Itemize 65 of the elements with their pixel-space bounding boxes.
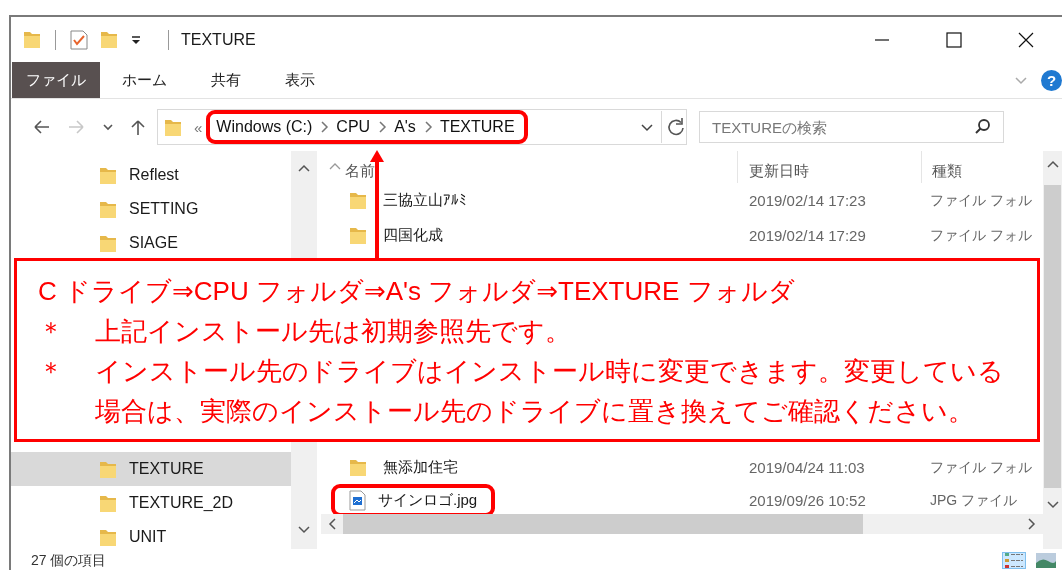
sidebar-item[interactable]: UNIT: [11, 520, 291, 549]
file-name[interactable]: 四国化成: [383, 226, 443, 245]
up-arrow-icon[interactable]: [129, 118, 147, 136]
refresh-icon[interactable]: [666, 117, 686, 137]
file-type: JPG ファイル: [930, 491, 1018, 510]
breadcrumb[interactable]: CPU: [336, 118, 371, 136]
details-view-button[interactable]: [1002, 552, 1026, 569]
column-header[interactable]: 更新日時: [749, 162, 809, 181]
maximize-icon[interactable]: [945, 30, 963, 49]
breadcrumb[interactable]: Windows (C:): [216, 118, 313, 136]
address-bar[interactable]: « Windows (C:) CPU A's TEXTURE: [157, 109, 687, 145]
folder-icon: [99, 165, 117, 185]
column-header[interactable]: 名前: [329, 162, 375, 181]
file-name[interactable]: 無添加住宅: [383, 458, 458, 477]
checkmark-document-icon[interactable]: [70, 29, 88, 50]
modified-date: 2019/09/26 10:52: [749, 492, 866, 509]
left-arrow-icon[interactable]: [32, 118, 52, 136]
sidebar-item[interactable]: SETTING: [11, 192, 291, 226]
breadcrumb[interactable]: TEXTURE: [439, 118, 515, 136]
folder-icon: [99, 493, 117, 513]
file-type: ファイル フォル: [930, 226, 1032, 245]
folder-icon: [349, 191, 367, 210]
folder-icon: [349, 458, 367, 477]
search-field[interactable]: TEXTUREの検索: [699, 111, 1004, 143]
sidebar-item[interactable]: TEXTURE: [11, 452, 291, 486]
asterisk-mark: ＊: [38, 315, 65, 348]
ribbon-tab[interactable]: ホーム: [100, 62, 189, 98]
file-type: ファイル フォル: [930, 458, 1032, 477]
item-count: 27 個の項目: [31, 551, 107, 570]
scrollbar-thumb[interactable]: [1044, 185, 1061, 488]
modified-date: 2019/02/14 17:29: [749, 227, 866, 244]
help-icon[interactable]: ?: [1041, 69, 1062, 91]
folder-icon: [99, 459, 117, 479]
dropdown-caret-icon[interactable]: [130, 33, 142, 46]
sort-ascending-icon: [329, 162, 341, 170]
file-name[interactable]: 三協立山ｱﾙﾐ: [383, 191, 467, 210]
close-icon[interactable]: [1017, 30, 1035, 49]
overflow-chevron[interactable]: «: [194, 118, 203, 136]
modified-date: 2019/04/24 11:03: [749, 459, 865, 476]
ribbon-tab[interactable]: 共有: [189, 62, 263, 98]
folder-icon: [99, 199, 117, 219]
scrollbar-thumb[interactable]: [343, 514, 863, 534]
search-icon[interactable]: [974, 118, 992, 136]
folder-icon: [23, 30, 41, 49]
folder-icon: [164, 117, 182, 137]
folder-icon: [99, 527, 117, 547]
window-title: TEXTURE: [181, 30, 256, 49]
column-header[interactable]: 種類: [932, 162, 962, 181]
breadcrumb[interactable]: A's: [394, 118, 416, 136]
asterisk-mark: ＊: [38, 355, 65, 388]
sidebar-item[interactable]: TEXTURE_2D: [11, 486, 291, 520]
file-menu-tab[interactable]: ファイル: [12, 62, 100, 98]
file-type: ファイル フォル: [930, 191, 1032, 210]
folder-icon: [99, 233, 117, 253]
folder-icon: [349, 226, 367, 245]
sidebar-item[interactable]: Reflest: [11, 158, 291, 192]
file-name[interactable]: サインロゴ.jpg: [378, 491, 478, 510]
annotation-text: C ドライブ⇒CPU フォルダ⇒A's フォルダ⇒TEXTURE フォルダ: [38, 275, 796, 308]
ribbon-tab[interactable]: 表示: [263, 62, 337, 98]
sidebar-item[interactable]: SIAGE: [11, 226, 291, 260]
image-file-icon: [349, 490, 366, 511]
large-icons-view-button[interactable]: [1034, 552, 1058, 569]
annotation-text: 上記インストール先は初期参照先です。: [95, 315, 571, 348]
modified-date: 2019/02/14 17:23: [749, 192, 866, 209]
annotation-text: インストール先のドライブはインストール時に変更できます。変更している場合は、実際のインストール先のドライブに置き換えてご確認ください。: [95, 355, 1005, 428]
